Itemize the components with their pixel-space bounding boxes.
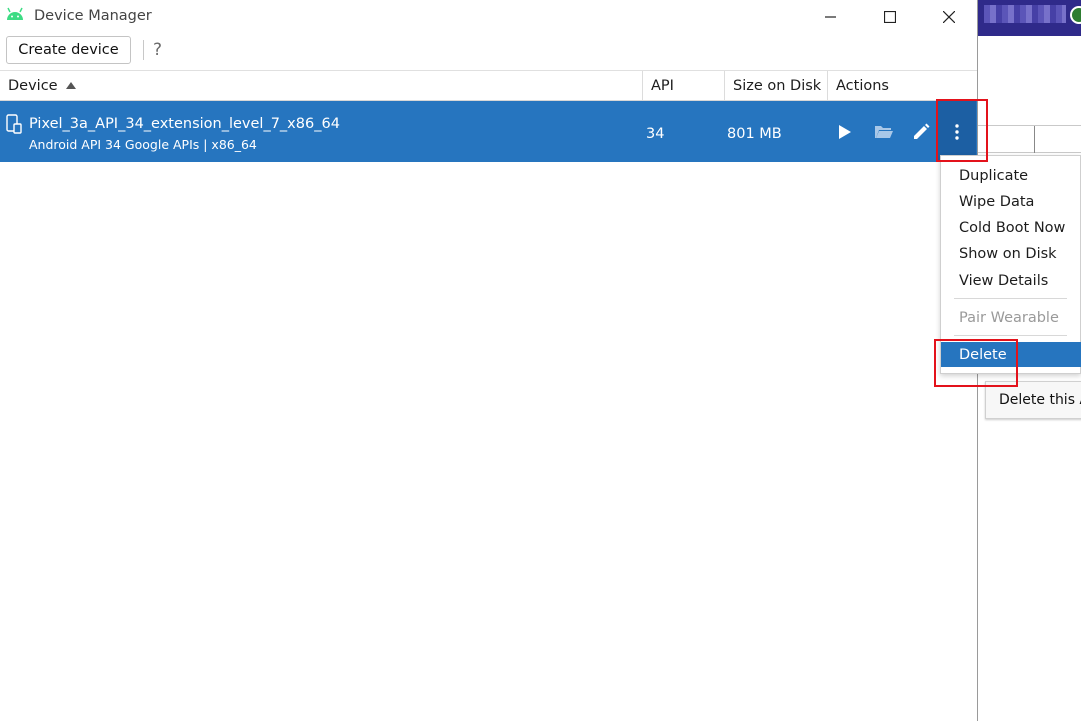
close-icon bbox=[943, 10, 955, 23]
device-size: 801 MB bbox=[727, 126, 782, 142]
edit-button[interactable] bbox=[910, 121, 932, 143]
menu-item-duplicate[interactable]: Duplicate bbox=[941, 163, 1081, 189]
app-badge-icon bbox=[1070, 6, 1081, 24]
menu-item-pair-wearable: Pair Wearable bbox=[959, 310, 1059, 326]
column-label: Device bbox=[8, 77, 58, 94]
highlight-box-more bbox=[936, 99, 988, 162]
column-label: API bbox=[651, 77, 674, 94]
phone-device-icon bbox=[6, 114, 22, 134]
device-subtitle: Android API 34 Google APIs | x86_64 bbox=[29, 137, 257, 152]
blurred-header-content bbox=[984, 5, 1066, 23]
table-row[interactable]: Pixel_3a_API_34_extension_level_7_x86_64… bbox=[0, 101, 977, 162]
maximize-button[interactable] bbox=[861, 0, 919, 33]
column-header-api[interactable]: API bbox=[642, 71, 724, 100]
tooltip-text: Delete this A bbox=[999, 392, 1081, 408]
minimize-icon bbox=[825, 15, 836, 18]
help-icon[interactable]: ? bbox=[153, 40, 162, 60]
background-divider bbox=[978, 125, 1081, 126]
device-manager-window: Device Manager Create device ? Device AP… bbox=[0, 0, 978, 721]
create-device-button[interactable]: Create device bbox=[6, 36, 131, 64]
menu-item-view-details[interactable]: View Details bbox=[941, 268, 1081, 294]
column-header-actions[interactable]: Actions bbox=[827, 71, 977, 100]
play-icon bbox=[839, 125, 851, 139]
background-column-divider bbox=[1034, 126, 1035, 153]
highlight-box-delete bbox=[934, 339, 1018, 387]
menu-item-cold-boot[interactable]: Cold Boot Now bbox=[941, 215, 1081, 241]
sort-ascending-icon bbox=[65, 82, 76, 89]
device-name: Pixel_3a_API_34_extension_level_7_x86_64 bbox=[29, 116, 340, 132]
toolbar-separator bbox=[143, 40, 144, 60]
menu-item-show-on-disk[interactable]: Show on Disk bbox=[941, 241, 1081, 267]
android-icon bbox=[7, 7, 23, 20]
show-on-disk-button[interactable] bbox=[873, 121, 895, 143]
launch-button[interactable] bbox=[834, 121, 856, 143]
minimize-button[interactable] bbox=[802, 0, 860, 33]
column-header-size[interactable]: Size on Disk bbox=[724, 71, 827, 100]
menu-separator bbox=[954, 335, 1067, 336]
edit-icon bbox=[914, 123, 930, 139]
toolbar: Create device ? bbox=[0, 33, 977, 70]
column-header-device[interactable]: Device bbox=[0, 71, 642, 100]
close-button[interactable] bbox=[920, 0, 978, 33]
menu-item-wipe-data[interactable]: Wipe Data bbox=[941, 189, 1081, 215]
title-bar: Device Manager bbox=[0, 0, 977, 33]
window-title: Device Manager bbox=[34, 8, 152, 24]
menu-separator bbox=[954, 298, 1067, 299]
background-app-topbar bbox=[978, 0, 1081, 36]
background-divider bbox=[978, 152, 1081, 153]
folder-icon bbox=[875, 126, 893, 138]
table-header: Device API Size on Disk Actions bbox=[0, 70, 977, 101]
column-label: Size on Disk bbox=[733, 77, 822, 94]
maximize-icon bbox=[884, 10, 896, 23]
device-api: 34 bbox=[646, 126, 665, 142]
column-label: Actions bbox=[836, 77, 889, 94]
